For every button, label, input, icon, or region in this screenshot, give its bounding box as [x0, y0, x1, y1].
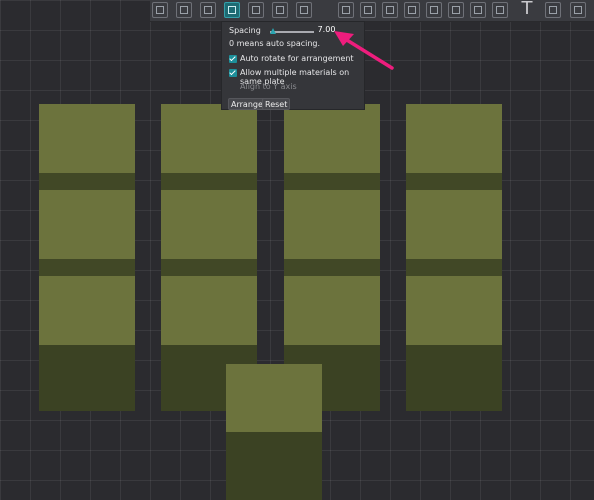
move-icon[interactable] [338, 2, 354, 18]
object-part [406, 345, 502, 411]
object-part[interactable] [284, 104, 380, 173]
spacing-slider-handle[interactable] [270, 28, 276, 34]
object-part[interactable] [161, 104, 257, 173]
object-part [39, 345, 135, 411]
reset-button[interactable]: Reset [262, 98, 291, 110]
object-part [406, 173, 502, 190]
object-part [406, 259, 502, 276]
object-part[interactable] [39, 190, 135, 259]
object-part[interactable] [406, 104, 502, 173]
object-part [39, 173, 135, 190]
top-toolbar: T [150, 0, 594, 22]
object-part [284, 173, 380, 190]
object-part [161, 173, 257, 190]
spacing-hint: 0 means auto spacing. [229, 39, 321, 48]
scale-icon[interactable] [382, 2, 398, 18]
support-list-icon[interactable] [296, 2, 312, 18]
grid-icon[interactable] [176, 2, 192, 18]
color-paint-icon[interactable] [492, 2, 508, 18]
measure-icon[interactable] [545, 2, 561, 18]
auto-rotate-checkbox[interactable] [229, 55, 237, 63]
object-part[interactable] [161, 190, 257, 259]
assembly-icon[interactable] [570, 2, 586, 18]
object-part [39, 259, 135, 276]
arrange-icon[interactable] [224, 2, 240, 18]
annotation-arrow-icon [334, 31, 394, 70]
support-paint-icon[interactable] [448, 2, 464, 18]
align-y-axis-label: Align to Y axis [240, 82, 297, 91]
object-part[interactable] [406, 276, 502, 345]
object-part[interactable] [284, 190, 380, 259]
object-part [226, 432, 322, 500]
object-part[interactable] [39, 104, 135, 173]
cut-icon[interactable] [426, 2, 442, 18]
arrange-button[interactable]: Arrange [228, 98, 266, 110]
spacing-slider[interactable] [270, 31, 314, 33]
object-part[interactable] [39, 276, 135, 345]
lay-flat-icon[interactable] [404, 2, 420, 18]
object-part[interactable] [406, 190, 502, 259]
object-part[interactable] [284, 276, 380, 345]
rotate-icon[interactable] [360, 2, 376, 18]
seam-icon[interactable] [470, 2, 486, 18]
allow-multiple-materials-checkbox[interactable] [229, 69, 237, 77]
object-part[interactable] [161, 276, 257, 345]
orient-icon[interactable] [200, 2, 216, 18]
cube-icon[interactable] [152, 2, 168, 18]
layers-icon[interactable] [248, 2, 264, 18]
plus-icon[interactable] [272, 2, 288, 18]
object-part [161, 259, 257, 276]
spacing-label: Spacing [229, 26, 261, 35]
text-tool-icon[interactable]: T [518, 0, 536, 18]
object-part[interactable] [226, 364, 322, 432]
object-part [284, 259, 380, 276]
